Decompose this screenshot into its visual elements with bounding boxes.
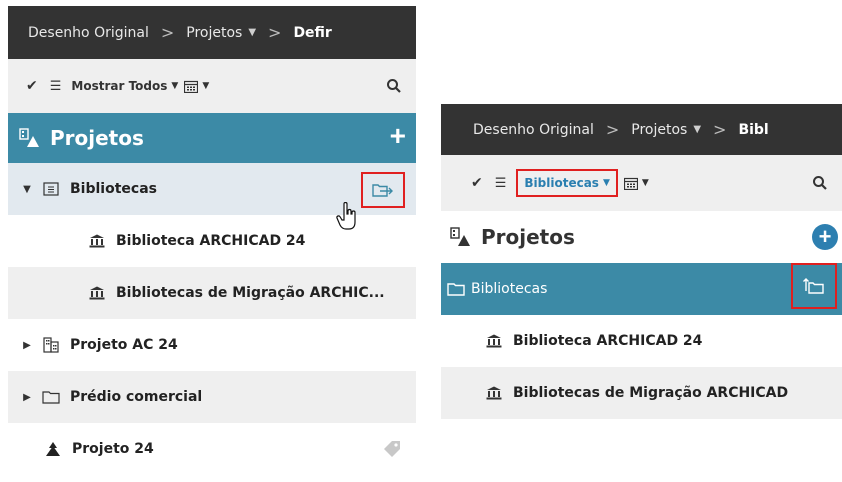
breadcrumb-current[interactable]: Bibl <box>738 122 768 138</box>
tag-icon[interactable] <box>382 439 402 459</box>
filter-dropdown[interactable]: Bibliotecas ▼ <box>516 169 618 197</box>
chevron-down-icon[interactable]: ▼ <box>248 27 256 38</box>
triangle-right-icon[interactable]: ▶ <box>20 340 34 351</box>
tree-row-label: Bibliotecas <box>70 181 157 197</box>
calendar-icon <box>184 80 199 93</box>
projects-icon <box>450 227 470 246</box>
breadcrumb-separator: > <box>605 120 620 139</box>
checkmark-icon[interactable]: ✔ <box>26 78 38 94</box>
projects-header: Projetos + <box>441 211 842 263</box>
checkmark-icon[interactable]: ✔ <box>471 175 483 191</box>
library-icon <box>88 233 106 249</box>
library-folder-icon <box>42 181 60 197</box>
add-project-button[interactable]: + <box>812 224 838 250</box>
project-icon <box>44 441 62 457</box>
breadcrumb: Desenho Original > Projetos ▼ > Bibl <box>441 104 842 155</box>
calendar-dropdown[interactable]: ▼ <box>184 80 209 93</box>
search-icon[interactable] <box>812 175 828 191</box>
tree-row-empty <box>441 419 842 471</box>
tree-row-bibliotecas[interactable]: Bibliotecas <box>441 263 842 315</box>
tree-row-projeto-24[interactable]: Projeto 24 <box>8 423 416 472</box>
add-project-button[interactable]: + <box>390 121 406 151</box>
filter-dropdown[interactable]: Mostrar Todos ▼ <box>71 79 178 93</box>
move-up-icon <box>372 184 393 197</box>
toolbar: ✔ ☰ Bibliotecas ▼ ▼ <box>441 155 842 211</box>
library-icon <box>485 333 503 349</box>
breadcrumb-root[interactable]: Desenho Original <box>473 122 594 138</box>
chevron-down-icon: ▼ <box>602 178 610 188</box>
left-panel: Desenho Original > Projetos ▼ > Defir ✔ … <box>8 6 416 472</box>
list-icon[interactable]: ☰ <box>495 176 507 191</box>
page-title: Projetos <box>50 126 144 150</box>
chevron-down-icon[interactable]: ▼ <box>693 124 701 135</box>
move-up-button[interactable] <box>791 263 837 309</box>
breadcrumb: Desenho Original > Projetos ▼ > Defir <box>8 6 416 59</box>
tree-row-projeto-ac24[interactable]: ▶ Projeto AC 24 <box>8 319 416 371</box>
toolbar: ✔ ☰ Mostrar Todos ▼ ▼ <box>8 59 416 113</box>
tree-row-predio-comercial[interactable]: ▶ Prédio comercial <box>8 371 416 423</box>
breadcrumb-projects[interactable]: Projetos <box>631 122 687 138</box>
move-up-icon <box>803 278 824 294</box>
tree-row-label: Biblioteca ARCHICAD 24 <box>513 333 703 349</box>
projects-header: Projetos + <box>8 113 416 163</box>
filter-label: Bibliotecas <box>524 176 599 190</box>
folder-icon <box>42 389 60 405</box>
breadcrumb-root[interactable]: Desenho Original <box>28 25 149 41</box>
tree-row-label: Bibliotecas <box>471 281 548 297</box>
tree-row-label: Projeto 24 <box>72 441 154 457</box>
tree-row-label: Prédio comercial <box>70 389 203 405</box>
tree-row-label: Bibliotecas de Migração ARCHIC... <box>116 285 385 301</box>
library-icon <box>485 385 503 401</box>
hand-cursor-icon <box>336 202 356 230</box>
breadcrumb-current[interactable]: Defir <box>293 25 331 41</box>
tree-row-label: Projeto AC 24 <box>70 337 178 353</box>
breadcrumb-separator: > <box>160 23 175 42</box>
breadcrumb-projects[interactable]: Projetos <box>186 25 242 41</box>
folder-icon <box>447 281 465 297</box>
chevron-down-icon: ▼ <box>641 178 649 188</box>
projects-icon <box>19 128 39 147</box>
chevron-down-icon: ▼ <box>202 81 210 91</box>
triangle-right-icon[interactable]: ▶ <box>20 392 34 403</box>
breadcrumb-separator: > <box>268 23 282 42</box>
chevron-down-icon: ▼ <box>171 81 179 91</box>
calendar-icon <box>623 177 638 190</box>
tree-row-label: Biblioteca ARCHICAD 24 <box>116 233 306 249</box>
search-icon[interactable] <box>386 78 402 94</box>
building-icon <box>42 337 60 353</box>
tree-row-bibliotecas-migracao[interactable]: Bibliotecas de Migração ARCHICAD <box>441 367 842 419</box>
tree-row-bibliotecas-migracao[interactable]: Bibliotecas de Migração ARCHIC... <box>8 267 416 319</box>
filter-label: Mostrar Todos <box>71 79 168 93</box>
move-library-button[interactable] <box>361 172 405 208</box>
library-icon <box>88 285 106 301</box>
page-title: Projetos <box>481 225 575 249</box>
triangle-down-icon[interactable]: ▼ <box>20 184 34 195</box>
tree-row-biblioteca-archicad[interactable]: Biblioteca ARCHICAD 24 <box>441 315 842 367</box>
right-panel: Desenho Original > Projetos ▼ > Bibl ✔ ☰… <box>441 104 842 482</box>
breadcrumb-separator: > <box>713 120 727 139</box>
tree-row-label: Bibliotecas de Migração ARCHICAD <box>513 385 789 401</box>
list-icon[interactable]: ☰ <box>50 79 62 94</box>
calendar-dropdown[interactable]: ▼ <box>623 177 649 190</box>
